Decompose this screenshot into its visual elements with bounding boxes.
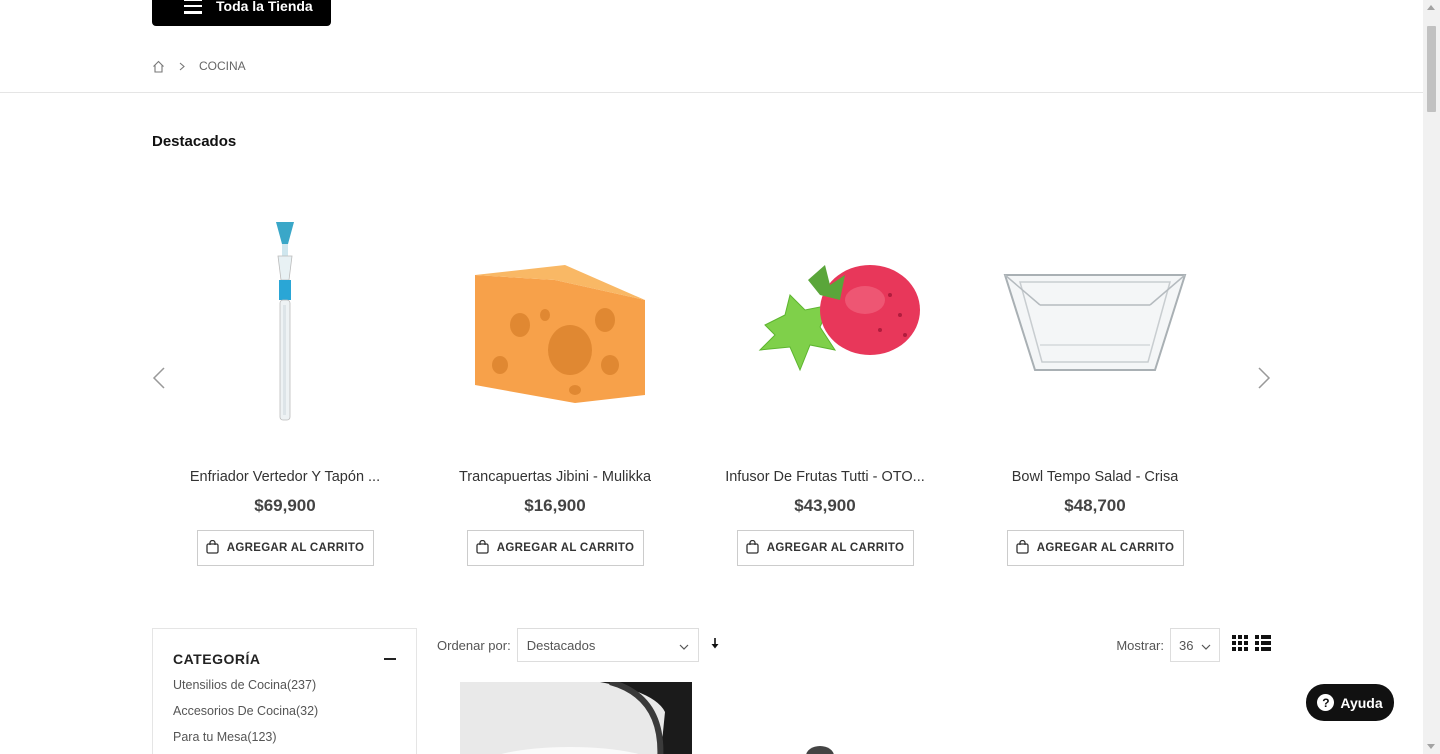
- sort-arrow-icon[interactable]: [711, 636, 719, 654]
- shopping-bag-icon: [476, 539, 489, 557]
- add-to-cart-button[interactable]: AGREGAR AL CARRITO: [1006, 530, 1184, 566]
- category-filter-title: CATEGORÍA: [173, 651, 261, 667]
- chevron-down-icon: [679, 638, 689, 653]
- product-image[interactable]: [710, 190, 940, 460]
- add-to-cart-label: AGREGAR AL CARRITO: [766, 542, 905, 554]
- sort-label: Ordenar por:: [437, 637, 511, 653]
- featured-title: Destacados: [152, 133, 237, 150]
- product-card: Infusor De Frutas Tutti - OTO... $43,900…: [690, 190, 960, 566]
- all-store-label: Toda la Tienda: [216, 0, 313, 14]
- product-card: Enfriador Vertedor Y Tapón ... $69,900 A…: [150, 190, 420, 566]
- breadcrumb-current: COCINA: [199, 59, 246, 73]
- breadcrumb: COCINA: [152, 59, 246, 73]
- chevron-down-icon: [1201, 638, 1211, 653]
- per-page-value: 36: [1179, 637, 1194, 653]
- product-price: $16,900: [524, 496, 586, 515]
- category-item[interactable]: Utensilios de Cocina(237): [173, 678, 396, 704]
- home-icon[interactable]: [152, 60, 165, 73]
- help-icon: ?: [1317, 694, 1335, 711]
- product-card: Trancapuertas Jibini - Mulikka $16,900 A…: [420, 190, 690, 566]
- add-to-cart-button[interactable]: AGREGAR AL CARRITO: [466, 530, 644, 566]
- product-name[interactable]: Enfriador Vertedor Y Tapón ...: [190, 469, 380, 489]
- category-filter: CATEGORÍA Utensilios de Cocina(237) Acce…: [152, 628, 417, 754]
- product-name[interactable]: Bowl Tempo Salad - Crisa: [1012, 469, 1179, 489]
- category-list: Utensilios de Cocina(237) Accesorios De …: [173, 678, 396, 754]
- add-to-cart-label: AGREGAR AL CARRITO: [1036, 542, 1175, 554]
- help-label: Ayuda: [1340, 694, 1383, 711]
- add-to-cart-label: AGREGAR AL CARRITO: [226, 542, 365, 554]
- product-image[interactable]: [440, 190, 670, 460]
- category-item[interactable]: Accesorios De Cocina(32): [173, 704, 396, 730]
- collapse-icon[interactable]: [384, 658, 396, 660]
- product-image[interactable]: [460, 682, 692, 754]
- shopping-bag-icon: [746, 539, 759, 557]
- scrollbar-thumb[interactable]: [1427, 26, 1436, 112]
- shopping-bag-icon: [206, 539, 219, 557]
- product-image[interactable]: [170, 190, 400, 460]
- product-image[interactable]: [980, 190, 1210, 460]
- chevron-right-icon: [179, 62, 185, 71]
- list-view-icon[interactable]: [1255, 634, 1271, 656]
- page: Toda la Tienda COCINA Destacados Enfriad…: [0, 0, 1423, 754]
- add-to-cart-button[interactable]: AGREGAR AL CARRITO: [736, 530, 914, 566]
- menu-icon: [184, 0, 202, 14]
- page-scrollbar[interactable]: [1423, 0, 1440, 754]
- all-store-button[interactable]: Toda la Tienda: [152, 0, 331, 26]
- add-to-cart-button[interactable]: AGREGAR AL CARRITO: [196, 530, 374, 566]
- listing-toolbar: Ordenar por: Destacados Mostrar: 36: [437, 628, 1271, 662]
- product-price: $69,900: [254, 496, 316, 515]
- product-name[interactable]: Infusor De Frutas Tutti - OTO...: [725, 469, 925, 489]
- scroll-up-icon[interactable]: [1427, 5, 1435, 10]
- scroll-down-icon[interactable]: [1427, 744, 1435, 749]
- product-price: $43,900: [794, 496, 856, 515]
- sort-select[interactable]: Destacados: [516, 628, 699, 662]
- header-divider: [0, 92, 1423, 93]
- sort-value: Destacados: [526, 637, 596, 653]
- product-name[interactable]: Trancapuertas Jibini - Mulikka: [459, 469, 651, 489]
- category-item[interactable]: Para tu Mesa(123): [173, 730, 396, 754]
- product-image[interactable]: [800, 740, 840, 754]
- shopping-bag-icon: [1016, 539, 1029, 557]
- per-page-select[interactable]: 36: [1170, 628, 1220, 662]
- product-card: Bowl Tempo Salad - Crisa $48,700 AGREGAR…: [960, 190, 1230, 566]
- featured-carousel: Enfriador Vertedor Y Tapón ... $69,900 A…: [150, 190, 1270, 566]
- grid-view-icon[interactable]: [1232, 634, 1248, 656]
- help-button[interactable]: ? Ayuda: [1306, 684, 1394, 721]
- add-to-cart-label: AGREGAR AL CARRITO: [496, 542, 635, 554]
- category-filter-header[interactable]: CATEGORÍA: [173, 651, 396, 667]
- product-price: $48,700: [1064, 496, 1126, 515]
- show-label: Mostrar:: [1116, 637, 1164, 653]
